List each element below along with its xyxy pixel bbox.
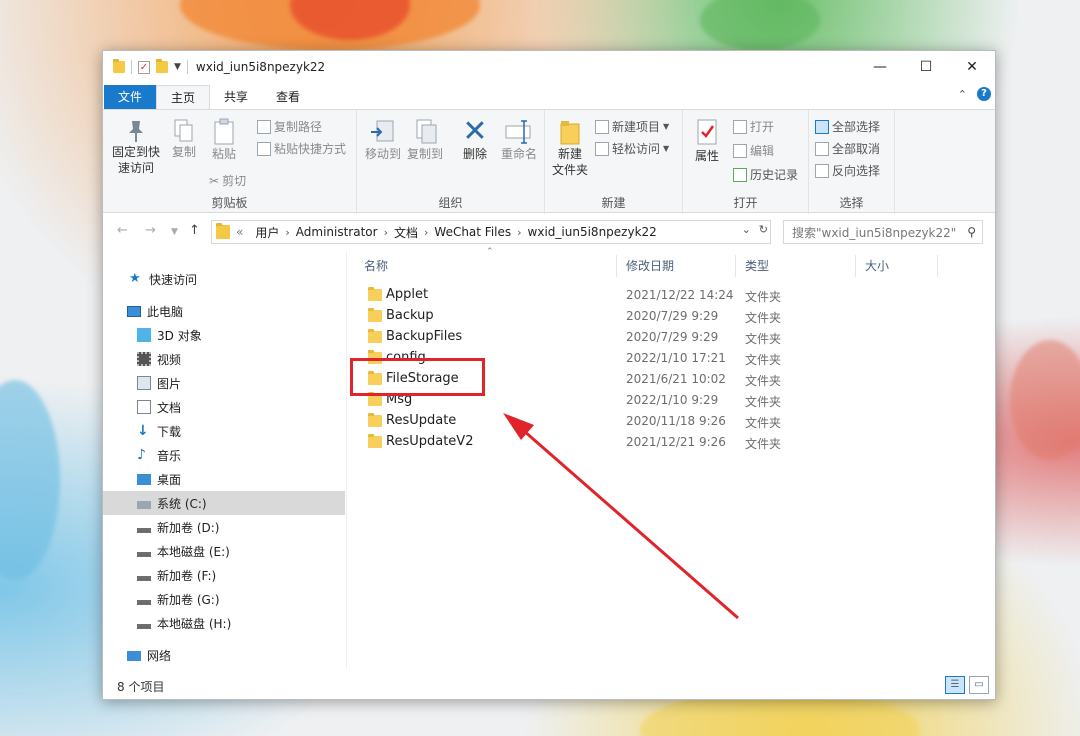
annotation-arrow-line [515, 422, 739, 620]
annotation-arrow [503, 413, 739, 620]
